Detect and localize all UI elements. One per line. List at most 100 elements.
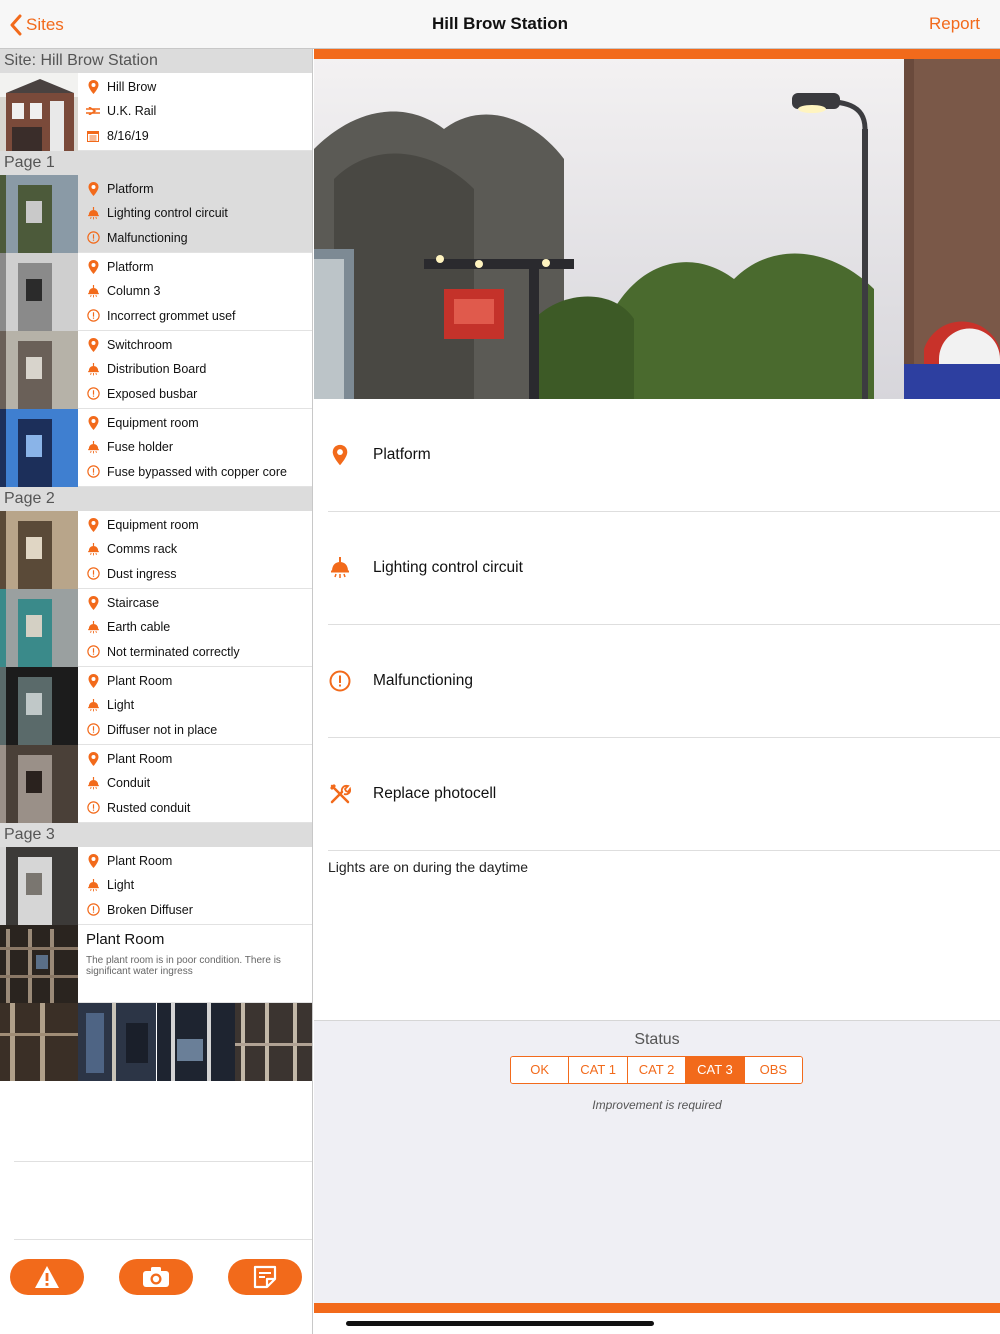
sidebar-divider: [14, 1161, 312, 1162]
home-indicator[interactable]: [346, 1321, 654, 1326]
issue-thumbnail: [0, 409, 78, 487]
note-text: The plant room is in poor condition. The…: [86, 955, 281, 977]
issue-entry[interactable]: Equipment room Fuse holder Fuse bypassed w…: [0, 409, 312, 487]
entry-item-text: Fuse holder: [107, 440, 174, 455]
entry-location-text: Platform: [107, 182, 154, 197]
site-date: 8/16/19: [78, 124, 312, 148]
site-summary[interactable]: Hill Brow U.K. Rail 8/16/19: [0, 73, 312, 151]
photo-thumbnail[interactable]: [0, 1003, 78, 1081]
notes-text[interactable]: Lights are on during the daytime: [328, 859, 528, 875]
issue-field[interactable]: Malfunctioning: [328, 625, 1000, 738]
lamp-icon: [86, 440, 100, 454]
issue-entry[interactable]: Platform Column 3 Incorrect grommet usef: [0, 253, 312, 331]
site-thumbnail: [0, 73, 78, 151]
issue-entry[interactable]: Staircase Earth cable Not terminated corre…: [0, 589, 312, 667]
issue-thumbnail: [0, 253, 78, 331]
sidebar: Site: Hill Brow Station Hill Brow U.K. R…: [0, 49, 313, 1334]
location-pin-icon: [86, 596, 100, 611]
lamp-icon: [86, 620, 100, 634]
accent-bar: [314, 1303, 1000, 1313]
entry-item-text: Column 3: [107, 284, 161, 299]
alert-circle-icon: [86, 903, 100, 917]
status-cat-1[interactable]: CAT 1: [569, 1057, 628, 1083]
location-pin-icon: [86, 674, 100, 689]
photo-thumbnail[interactable]: [234, 1003, 312, 1081]
add-note-button[interactable]: [228, 1259, 302, 1295]
entry-location: Equipment room: [78, 513, 312, 537]
site-operator-text: U.K. Rail: [107, 104, 157, 119]
site-date-text: 8/16/19: [107, 128, 149, 143]
alert-circle-icon: [86, 309, 100, 323]
alert-circle-icon: [86, 387, 100, 401]
page-title: Hill Brow Station: [432, 14, 568, 33]
lamp-icon: [86, 206, 100, 220]
issue-thumbnail: [0, 511, 78, 589]
status-cat-3[interactable]: CAT 3: [686, 1057, 745, 1083]
camera-icon: [143, 1267, 169, 1287]
entry-item: Light: [78, 693, 312, 717]
entry-item-text: Comms rack: [107, 542, 178, 557]
entry-location: Equipment room: [78, 411, 312, 435]
entry-location: Plant Room: [78, 747, 312, 771]
entry-location-text: Staircase: [107, 596, 160, 611]
issue-photo[interactable]: [314, 59, 1000, 399]
issue-entry[interactable]: Platform Lighting control circuit Malfunct…: [0, 175, 312, 253]
issue-entry[interactable]: Plant Room Light Diffuser not in place: [0, 667, 312, 745]
entry-item-text: Earth cable: [107, 620, 171, 635]
issue-entry[interactable]: Plant Room Conduit Rusted conduit: [0, 745, 312, 823]
location-pin-icon: [86, 752, 100, 767]
entry-issue-text: Broken Diffuser: [107, 902, 193, 917]
add-issue-button[interactable]: [10, 1259, 84, 1295]
photo-thumbnail[interactable]: [78, 1003, 157, 1081]
issue-entry[interactable]: Equipment room Comms rack Dust ingress: [0, 511, 312, 589]
action-field[interactable]: Replace photocell: [328, 738, 1000, 851]
lamp-icon: [86, 878, 100, 892]
entry-location: Plant Room: [78, 849, 312, 873]
issue-value: Malfunctioning: [373, 672, 473, 689]
status-cat-2[interactable]: CAT 2: [627, 1057, 687, 1083]
entry-issue: Fuse bypassed with copper core: [78, 460, 312, 484]
status-panel: Status OK CAT 1 CAT 2 CAT 3 OBS Improvem…: [314, 1020, 1000, 1303]
location-value: Platform: [373, 446, 431, 463]
issue-entry[interactable]: Switchroom Distribution Board Exposed busb…: [0, 331, 312, 409]
alert-circle-icon: [86, 567, 100, 581]
entry-location: Plant Room: [78, 669, 312, 693]
entry-location-text: Switchroom: [107, 338, 173, 353]
detail-panel: Platform Lighting control circuit Malfun…: [314, 49, 1000, 1334]
item-field[interactable]: Lighting control circuit: [328, 512, 1000, 625]
alert-circle-icon: [86, 723, 100, 737]
photo-thumbnail[interactable]: [156, 1003, 235, 1081]
entry-item: Light: [78, 873, 312, 897]
note-entry[interactable]: Plant Room The plant room is in poor con…: [0, 925, 312, 1003]
location-pin-icon: [86, 338, 100, 353]
entry-issue: Not terminated correctly: [78, 640, 312, 664]
issue-thumbnail: [0, 667, 78, 745]
entry-location-text: Plant Room: [107, 854, 173, 869]
lamp-icon: [86, 776, 100, 790]
entry-item: Lighting control circuit: [78, 201, 312, 225]
alert-circle-icon: [86, 801, 100, 815]
location-pin-icon: [86, 260, 100, 275]
entry-issue-text: Fuse bypassed with copper core: [107, 464, 287, 479]
page-3-header: Page 3: [0, 823, 312, 847]
entry-issue: Incorrect grommet usef: [78, 304, 312, 328]
status-ok[interactable]: OK: [511, 1057, 570, 1083]
entry-issue-text: Diffuser not in place: [107, 722, 218, 737]
navigation-bar: Sites Hill Brow Station Report: [0, 0, 1000, 49]
entry-location: Platform: [78, 177, 312, 201]
location-pin-icon: [86, 416, 100, 431]
issue-thumbnail: [0, 175, 78, 253]
note-thumbnail: [0, 925, 78, 1003]
entry-item: Column 3: [78, 279, 312, 303]
report-button[interactable]: Report: [929, 14, 980, 34]
issue-thumbnail: [0, 589, 78, 667]
add-photo-button[interactable]: [119, 1259, 193, 1295]
issue-entry[interactable]: Plant Room Light Broken Diffuser: [0, 847, 312, 925]
site-operator: U.K. Rail: [78, 99, 312, 123]
location-pin-icon: [328, 443, 352, 467]
calendar-icon: [86, 129, 100, 143]
status-obs[interactable]: OBS: [744, 1057, 802, 1083]
site-location: Hill Brow: [78, 75, 312, 99]
entry-location: Platform: [78, 255, 312, 279]
location-field[interactable]: Platform: [328, 399, 1000, 512]
